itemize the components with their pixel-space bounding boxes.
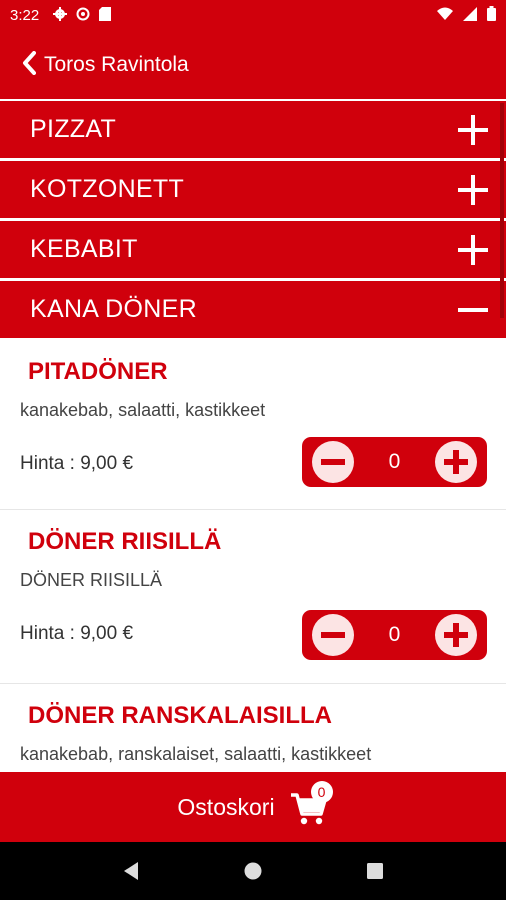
increment-button[interactable] [435,441,477,483]
category-kebabit[interactable]: KEBABIT [0,221,506,278]
category-kana-doner[interactable]: KANA DÖNER [0,281,506,338]
quantity-value: 0 [388,450,401,473]
page-title: Toros Ravintola [44,53,189,76]
gear-icon [53,7,68,24]
wifi-icon [437,7,453,24]
sync-icon [76,7,90,24]
category-label: KANA DÖNER [30,295,197,323]
sd-card-icon [99,7,112,24]
minus-icon[interactable] [458,295,488,325]
cart-button[interactable]: Ostoskori 0 [0,772,506,842]
plus-icon[interactable] [458,114,488,145]
decrement-button[interactable] [312,441,354,483]
category-pizzat[interactable]: PIZZAT [0,101,506,158]
menu-item-doner-riisilla: DÖNER RIISILLÄ DÖNER RIISILLÄ Hinta : 9,… [0,510,506,684]
item-price: Hinta : 9,00 € [20,453,134,474]
battery-icon [487,6,496,25]
category-label: KEBABIT [30,235,138,263]
app-bar: Toros Ravintola [0,31,506,99]
cart-count-badge: 0 [310,781,333,803]
quantity-stepper: 0 [302,610,487,660]
chevron-left-icon[interactable] [22,51,36,79]
plus-icon[interactable] [458,234,488,265]
item-description: kanakebab, salaatti, kastikkeet [20,400,266,420]
quantity-stepper: 0 [302,437,487,487]
signal-icon [463,6,477,25]
category-label: KOTZONETT [30,175,185,203]
category-label: PIZZAT [30,115,117,143]
recents-square-icon[interactable] [360,856,390,886]
item-name: DÖNER RIISILLÄ [28,528,222,555]
item-description: DÖNER RIISILLÄ [20,570,163,590]
item-name: PITADÖNER [28,358,168,385]
decrement-button[interactable] [312,614,354,656]
item-name: DÖNER RANSKALAISILLA [28,702,332,729]
shopping-cart-icon: 0 [289,781,333,827]
home-circle-icon[interactable] [238,856,268,886]
system-nav-bar [0,842,506,900]
status-bar: 3:22 [0,0,506,31]
menu-item-doner-ranskalaisilla: DÖNER RANSKALAISILLA kanakebab, ranskala… [0,684,506,772]
scrollbar[interactable] [500,103,504,318]
quantity-value: 0 [388,623,401,646]
back-triangle-icon[interactable] [116,856,146,886]
status-time: 3:22 [10,7,40,24]
item-description: kanakebab, ranskalaiset, salaatti, kasti… [20,744,372,764]
plus-icon[interactable] [458,174,488,205]
menu-item-pitadoner: PITADÖNER kanakebab, salaatti, kastikkee… [0,340,506,510]
cart-label: Ostoskori [177,793,275,820]
category-kotzonett[interactable]: KOTZONETT [0,161,506,218]
increment-button[interactable] [435,614,477,656]
item-price: Hinta : 9,00 € [20,623,134,644]
